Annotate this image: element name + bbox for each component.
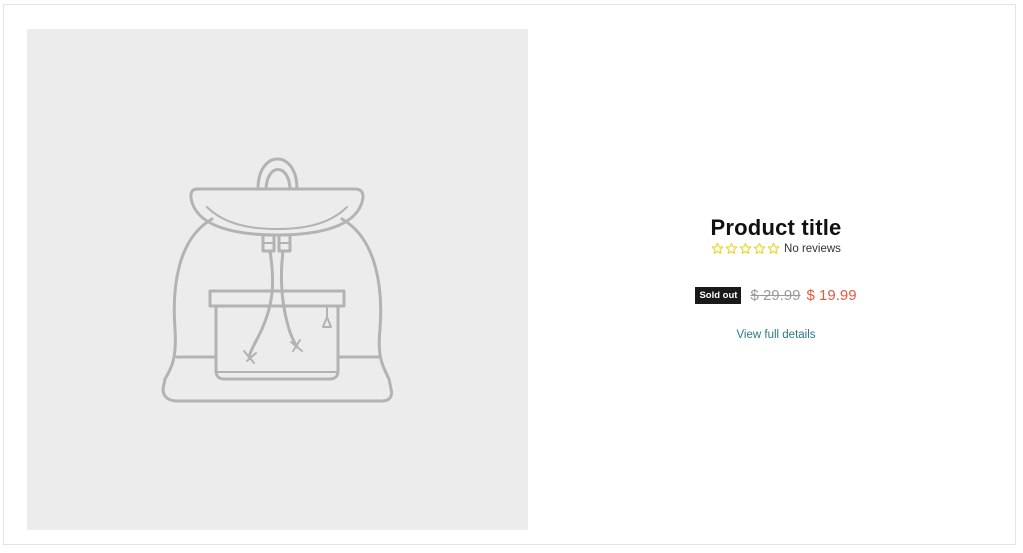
product-info: Product title No reviews Sold out $ 29.9… (528, 29, 1023, 530)
star-outline-icon (739, 242, 752, 254)
price-row: Sold out $ 29.99 $ 19.99 (528, 287, 1023, 304)
product-title: Product title (710, 215, 842, 240)
star-outline-icon (711, 242, 724, 254)
backpack-placeholder-icon (161, 157, 393, 403)
star-outline-icon (725, 242, 738, 254)
view-full-details-link[interactable]: View full details (528, 329, 1023, 341)
product-card: Product title No reviews Sold out $ 29.9… (3, 4, 1016, 545)
sale-price: $ 19.99 (806, 287, 857, 304)
product-image-placeholder[interactable] (27, 29, 528, 530)
sold-out-badge: Sold out (695, 287, 742, 304)
compare-at-price: $ 29.99 (750, 287, 801, 304)
star-rating (711, 242, 780, 255)
reviews-count: No reviews (784, 242, 841, 255)
star-outline-icon (767, 242, 780, 254)
product-rating: No reviews (528, 242, 1023, 255)
star-outline-icon (753, 242, 766, 254)
